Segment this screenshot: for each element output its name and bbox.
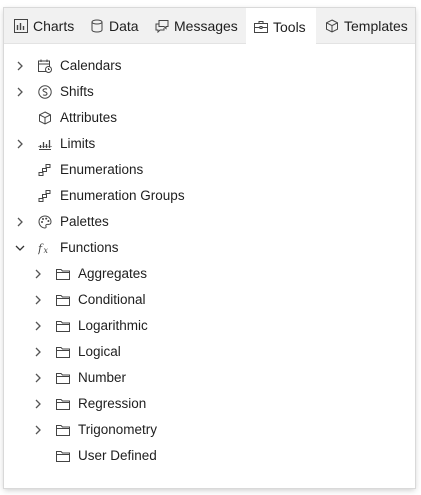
tab-tools[interactable]: Tools (246, 8, 316, 45)
tab-label: Templates (344, 18, 408, 34)
folder-icon (56, 373, 70, 384)
tree-item-label: Aggregates (78, 266, 148, 281)
tab-label: Tools (273, 18, 306, 35)
tree-item-limits[interactable]: Limits (4, 131, 415, 157)
bar-chart-icon (14, 19, 28, 33)
chevron-right-icon[interactable] (32, 372, 44, 384)
tree-item-number[interactable]: Number (4, 365, 415, 391)
tree-item-palettes[interactable]: Palettes (4, 209, 415, 235)
tab-bar: Charts Data Messages Tools Templates (4, 8, 415, 45)
tools-tree: Calendars Shifts Attributes Limits Enumerati… (4, 46, 415, 488)
tree-item-label: Palettes (60, 214, 109, 229)
folder-icon (56, 399, 70, 410)
tree-item-logarithmic[interactable]: Logarithmic (4, 313, 415, 339)
tree-item-user-defined[interactable]: User Defined (4, 443, 415, 469)
function-icon: fx (38, 242, 49, 255)
tree-item-label: Functions (60, 240, 119, 255)
limits-icon (38, 140, 52, 150)
tree-item-label: Logarithmic (78, 318, 148, 333)
cube-icon (326, 19, 338, 33)
enumeration-icon (38, 164, 51, 176)
chevron-right-icon[interactable] (14, 138, 26, 150)
palette-icon (38, 215, 52, 229)
svg-text:x: x (44, 246, 49, 255)
messages-icon (155, 20, 169, 33)
toolbox-icon (254, 20, 268, 33)
chevron-down-icon[interactable] (14, 242, 26, 254)
tree-item-label: Calendars (60, 58, 122, 73)
tree-item-label: Logical (78, 344, 121, 359)
tree-item-enumerations[interactable]: Enumerations (4, 157, 415, 183)
folder-icon (56, 295, 70, 306)
folder-icon (56, 425, 70, 436)
chevron-right-icon[interactable] (32, 320, 44, 332)
tree-item-label: Enumeration Groups (60, 188, 185, 203)
tree-item-label: Number (78, 370, 127, 385)
tree-item-attributes[interactable]: Attributes (4, 105, 415, 131)
tree-item-label: Conditional (78, 292, 146, 307)
folder-icon (56, 451, 70, 462)
chevron-right-icon[interactable] (14, 60, 26, 72)
tree-item-aggregates[interactable]: Aggregates (4, 261, 415, 287)
enumeration-icon (38, 190, 51, 202)
tree-item-label: Regression (78, 396, 147, 411)
tools-panel: Charts Data Messages Tools Templates Cal… (4, 8, 415, 488)
chevron-right-icon[interactable] (32, 268, 44, 280)
tree-item-regression[interactable]: Regression (4, 391, 415, 417)
tree-item-conditional[interactable]: Conditional (4, 287, 415, 313)
folder-icon (56, 269, 70, 280)
folder-icon (56, 321, 70, 332)
folder-icon (56, 347, 70, 358)
tree-item-calendars[interactable]: Calendars (4, 53, 415, 79)
tree-item-label: Shifts (60, 84, 94, 99)
tree-item-functions[interactable]: f x Functions (4, 235, 415, 261)
tree-item-logical[interactable]: Logical (4, 339, 415, 365)
chevron-right-icon[interactable] (32, 294, 44, 306)
tab-messages[interactable]: Messages (147, 8, 243, 44)
tab-templates[interactable]: Templates (317, 8, 413, 44)
cube-icon (39, 111, 51, 125)
tree-item-label: Attributes (60, 110, 118, 125)
chevron-right-icon[interactable] (14, 216, 26, 228)
shift-icon (38, 85, 52, 99)
tab-data[interactable]: Data (82, 8, 142, 44)
calendar-icon (38, 59, 52, 73)
tree-item-enumeration-groups[interactable]: Enumeration Groups (4, 183, 415, 209)
tree-item-label: Enumerations (60, 162, 144, 177)
chevron-right-icon[interactable] (32, 424, 44, 436)
tab-label: Charts (33, 18, 75, 34)
tree-item-label: Limits (60, 136, 96, 151)
chevron-right-icon[interactable] (14, 86, 26, 98)
tab-label: Messages (174, 18, 238, 34)
tree-item-shifts[interactable]: Shifts (4, 79, 415, 105)
chevron-right-icon[interactable] (32, 346, 44, 358)
tree-item-label: User Defined (78, 448, 157, 463)
tab-charts[interactable]: Charts (6, 8, 76, 44)
database-icon (91, 19, 103, 33)
tree-item-trigonometry[interactable]: Trigonometry (4, 417, 415, 443)
tree-item-label: Trigonometry (78, 422, 158, 437)
tab-label: Data (109, 18, 139, 34)
chevron-right-icon[interactable] (32, 398, 44, 410)
